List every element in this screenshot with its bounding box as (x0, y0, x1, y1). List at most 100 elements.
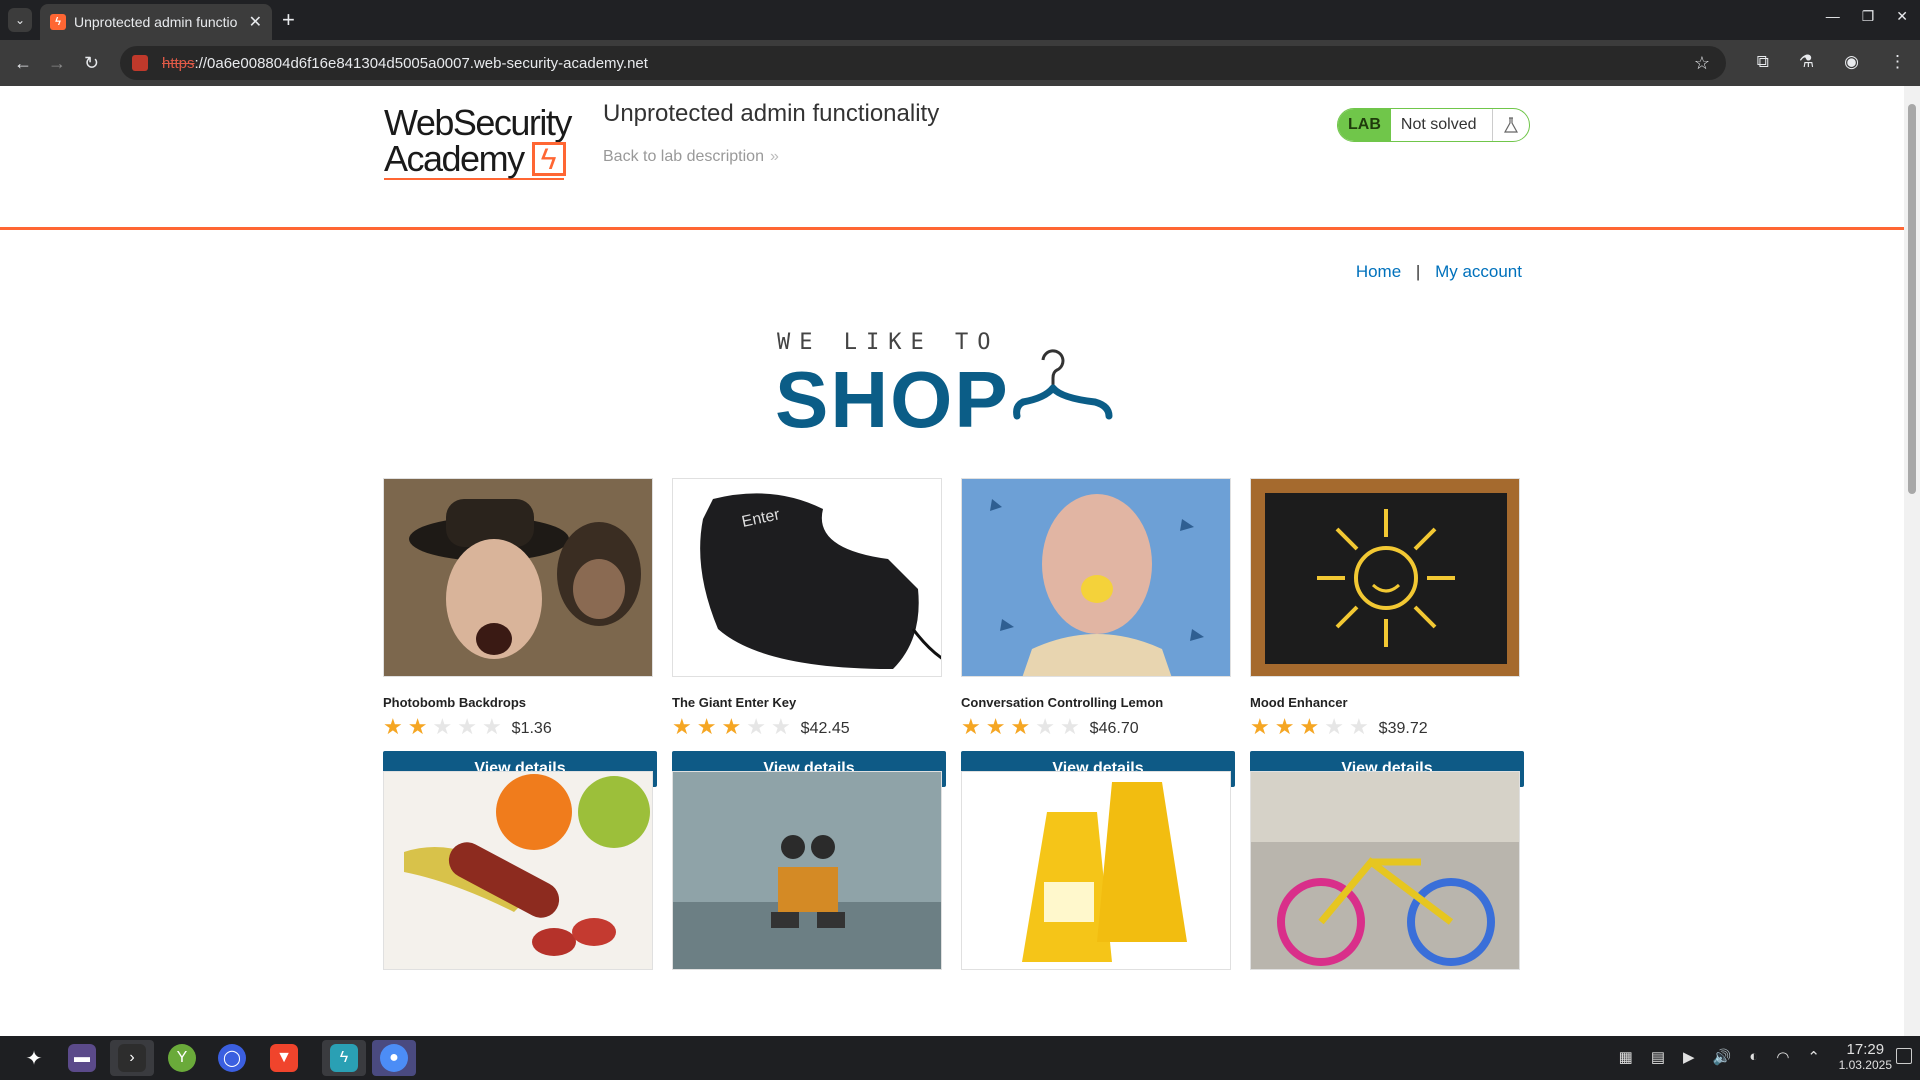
wifi-icon[interactable]: ◠ (1776, 1048, 1789, 1066)
star-empty-icon: ★ (457, 714, 477, 739)
minimize-icon[interactable]: — (1826, 8, 1840, 25)
favicon-bolt-icon: ϟ (50, 14, 66, 30)
green-app-icon: Y (168, 1044, 196, 1072)
star-filled-icon: ★ (961, 714, 981, 739)
chromium-icon: ● (380, 1044, 408, 1072)
product-name: Photobomb Backdrops (383, 695, 527, 710)
star-filled-icon: ★ (407, 714, 428, 739)
product-image-banana-salami (383, 771, 653, 970)
clipboard-icon[interactable]: ▤ (1651, 1048, 1665, 1066)
close-window-icon[interactable]: ✕ (1896, 8, 1908, 25)
os-taskbar: ✦ ▬ › Y ◯ ▼ ϟ ● ▦ ▤ ▶ 🔊 ◐ ◠ ⌃ 17:29 1.03… (0, 1036, 1920, 1080)
product-card (1250, 771, 1524, 970)
rating-stars: ★ ★ ★ ★ ★ (1250, 716, 1369, 738)
star-filled-icon: ★ (1299, 714, 1320, 739)
url-host: ://0a6e008804d6f16e841304d5005a0007.web-… (194, 54, 648, 72)
taskbar-messenger[interactable]: ◯ (210, 1040, 254, 1076)
vpn-icon[interactable]: ◐ (1749, 1048, 1758, 1066)
home-link[interactable]: Home (1356, 262, 1401, 281)
address-bar[interactable]: https://0a6e008804d6f16e841304d5005a0007… (120, 46, 1726, 80)
product-image-lemon (961, 478, 1231, 677)
star-filled-icon: ★ (696, 714, 717, 739)
star-filled-icon: ★ (672, 714, 692, 739)
star-empty-icon: ★ (432, 714, 453, 739)
taskbar-app-green[interactable]: Y (160, 1040, 204, 1076)
lab-badge: LAB (1338, 109, 1391, 141)
lab-title: Unprotected admin functionality (603, 100, 940, 127)
taskbar-files[interactable]: ▬ (60, 1040, 104, 1076)
double-chevron-icon: » (769, 148, 779, 165)
my-account-link[interactable]: My account (1435, 262, 1522, 281)
star-filled-icon: ★ (985, 714, 1006, 739)
burp-bolt-icon: ϟ (330, 1044, 358, 1072)
product-price: $42.45 (800, 720, 850, 737)
taskbar-chromium[interactable]: ● (372, 1040, 416, 1076)
banner-title: SHOP (775, 355, 1010, 444)
tab-search-chevron-icon[interactable]: ⌄ (8, 8, 32, 32)
product-card (383, 771, 657, 970)
profile-icon[interactable]: ◉ (1844, 52, 1859, 72)
tab-title: Unprotected admin functio (74, 14, 238, 30)
product-card: Photobomb Backdrops ★ ★ ★ ★ ★ $1.36 View det… (383, 478, 657, 787)
taskbar-burp[interactable]: ϟ (322, 1040, 366, 1076)
product-price: $39.72 (1378, 720, 1428, 737)
reload-icon[interactable]: ↻ (84, 52, 99, 74)
star-empty-icon: ★ (1059, 714, 1080, 739)
browser-tab-active[interactable]: ϟ Unprotected admin functio ✕ (40, 4, 272, 40)
scrollbar-thumb[interactable] (1908, 104, 1916, 494)
show-desktop-icon[interactable] (1896, 1048, 1912, 1064)
header-divider (0, 227, 1904, 230)
product-image-photobomb (383, 478, 653, 677)
tray-expand-chevron-icon[interactable]: ⌃ (1807, 1048, 1820, 1066)
media-play-icon[interactable]: ▶ (1683, 1048, 1695, 1066)
back-to-lab-link[interactable]: Back to lab description » (603, 148, 779, 166)
messenger-icon: ◯ (218, 1044, 246, 1072)
shop-banner: WE LIKE TO SHOP (775, 330, 1135, 444)
top-navigation: Home | My account (1356, 262, 1522, 282)
folder-icon: ▬ (68, 1044, 96, 1072)
star-empty-icon: ★ (1324, 714, 1344, 739)
flask-icon[interactable] (1493, 109, 1529, 141)
labs-flask-icon[interactable]: ⚗ (1799, 52, 1814, 72)
nav-separator: | (1415, 262, 1421, 281)
star-filled-icon: ★ (383, 714, 403, 739)
new-tab-plus-icon[interactable]: + (282, 8, 295, 32)
forward-arrow-icon[interactable]: → (48, 52, 66, 74)
clock[interactable]: 17:29 1.03.2025 (1839, 1041, 1892, 1072)
product-price: $1.36 (511, 720, 552, 737)
product-image-enter-key: Enter (672, 478, 942, 677)
lab-status-widget: LAB Not solved (1337, 108, 1531, 142)
star-filled-icon: ★ (1250, 714, 1270, 739)
taskbar-terminal[interactable]: › (110, 1040, 154, 1076)
page-scrollbar[interactable] (1904, 86, 1920, 1036)
product-image-floor-signs (961, 771, 1231, 970)
star-filled-icon: ★ (1010, 714, 1031, 739)
back-arrow-icon[interactable]: ← (14, 52, 32, 74)
star-filled-icon: ★ (721, 714, 742, 739)
taskbar-brave[interactable]: ▼ (262, 1040, 306, 1076)
terminal-icon: › (118, 1044, 146, 1072)
back-link-text: Back to lab description (603, 148, 764, 165)
logo-bolt-icon (531, 141, 566, 179)
site-info-icon[interactable] (132, 55, 148, 71)
star-empty-icon: ★ (1035, 714, 1055, 739)
toolbar-actions: ⧉ ⚗ ◉ ⋮ (1757, 52, 1906, 72)
logo-text-line1: WebSecurity (384, 102, 572, 143)
logo-text-line2: Academy (384, 138, 525, 179)
volume-icon[interactable]: 🔊 (1713, 1048, 1732, 1066)
product-card (672, 771, 946, 970)
bookmark-star-icon[interactable]: ☆ (1694, 53, 1710, 74)
close-tab-icon[interactable]: ✕ (249, 12, 262, 32)
product-image-robot (672, 771, 942, 970)
launcher-icon: ✦ (25, 1047, 43, 1070)
extensions-icon[interactable]: ⧉ (1757, 52, 1769, 72)
grid-icon[interactable]: ▦ (1619, 1048, 1633, 1066)
app-launcher[interactable]: ✦ (12, 1040, 56, 1076)
window-controls: — ❐ ✕ (1826, 8, 1908, 25)
browser-tab-bar: ⌄ ϟ Unprotected admin functio ✕ + — ❐ ✕ (0, 0, 1920, 40)
restore-icon[interactable]: ❐ (1862, 8, 1875, 25)
menu-kebab-icon[interactable]: ⋮ (1889, 52, 1906, 72)
rating-stars: ★ ★ ★ ★ ★ (383, 716, 502, 738)
banner-tagline: WE LIKE TO (777, 330, 1000, 355)
web-security-academy-logo[interactable]: WebSecurity Academy (384, 102, 584, 180)
